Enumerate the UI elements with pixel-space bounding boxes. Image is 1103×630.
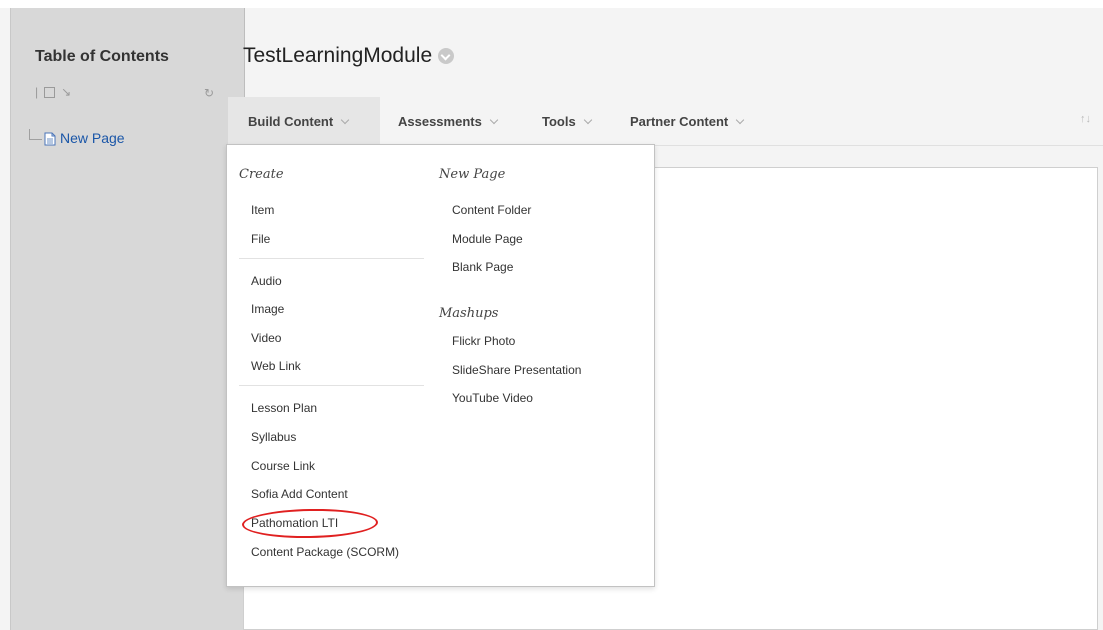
tools-label: Tools xyxy=(542,113,576,129)
partner-content-button[interactable]: Partner Content xyxy=(630,97,745,145)
new-page-heading: New Page xyxy=(439,167,506,182)
create-heading: Create xyxy=(239,167,284,182)
menu-item-content-package-scorm[interactable]: Content Package (SCORM) xyxy=(251,545,399,559)
arrow-down-right-icon[interactable]: ↘ xyxy=(61,86,71,98)
menu-item-image[interactable]: Image xyxy=(251,302,284,316)
chevron-down-icon xyxy=(735,115,745,124)
menu-item-youtube-video[interactable]: YouTube Video xyxy=(452,391,533,405)
menu-item-lesson-plan[interactable]: Lesson Plan xyxy=(251,401,317,415)
expand-box-icon[interactable] xyxy=(44,86,56,98)
menu-item-content-folder[interactable]: Content Folder xyxy=(452,203,531,217)
menu-item-syllabus[interactable]: Syllabus xyxy=(251,430,296,444)
top-strip xyxy=(0,0,1103,8)
build-content-label: Build Content xyxy=(248,113,334,129)
divider xyxy=(239,385,424,386)
sidebar-title: Table of Contents xyxy=(35,48,169,65)
assessments-button[interactable]: Assessments xyxy=(398,97,499,145)
tools-button[interactable]: Tools xyxy=(542,97,592,145)
menu-item-pathomation-lti[interactable]: Pathomation LTI xyxy=(251,516,338,530)
menu-item-item[interactable]: Item xyxy=(251,203,274,217)
menu-item-blank-page[interactable]: Blank Page xyxy=(452,260,513,274)
menu-item-web-link[interactable]: Web Link xyxy=(251,359,301,373)
menu-item-course-link[interactable]: Course Link xyxy=(251,459,315,473)
menu-item-module-page[interactable]: Module Page xyxy=(452,232,523,246)
menu-item-slideshare-presentation[interactable]: SlideShare Presentation xyxy=(452,363,581,377)
partner-content-label: Partner Content xyxy=(630,113,729,129)
menu-item-sofia-add-content[interactable]: Sofia Add Content xyxy=(251,487,348,501)
action-bar: Build Content Assessments Tools Partner … xyxy=(228,97,1103,146)
mashups-heading: Mashups xyxy=(439,306,499,321)
sidebar-toolbar: | ↘ xyxy=(35,86,71,98)
reorder-icon[interactable]: ↑↓ xyxy=(1080,113,1091,125)
menu-item-video[interactable]: Video xyxy=(251,331,281,345)
menu-item-file[interactable]: File xyxy=(251,232,270,246)
divider xyxy=(239,258,424,259)
page-title-text: TestLearningModule xyxy=(243,44,433,67)
build-content-button[interactable]: Build Content xyxy=(228,97,380,145)
menu-item-flickr-photo[interactable]: Flickr Photo xyxy=(452,334,515,348)
toc-sidebar: Table of Contents | ↘ ↻ New Page xyxy=(10,8,245,630)
toc-item-new-page[interactable]: New Page xyxy=(29,129,125,146)
menu-item-audio[interactable]: Audio xyxy=(251,274,282,288)
title-options-chevron-icon[interactable] xyxy=(438,48,455,64)
page-title: TestLearningModule xyxy=(243,44,455,68)
toc-item-label: New Page xyxy=(60,130,125,146)
collapse-all-icon[interactable]: | xyxy=(35,86,38,98)
build-content-dropdown: Create Item File Audio Image Video Web L… xyxy=(226,144,655,587)
page-icon xyxy=(44,132,56,146)
tree-connector xyxy=(29,129,42,140)
refresh-icon[interactable]: ↻ xyxy=(204,86,214,100)
chevron-down-icon xyxy=(340,115,350,124)
chevron-down-icon xyxy=(489,115,499,124)
chevron-down-icon xyxy=(583,115,592,124)
assessments-label: Assessments xyxy=(398,113,482,129)
